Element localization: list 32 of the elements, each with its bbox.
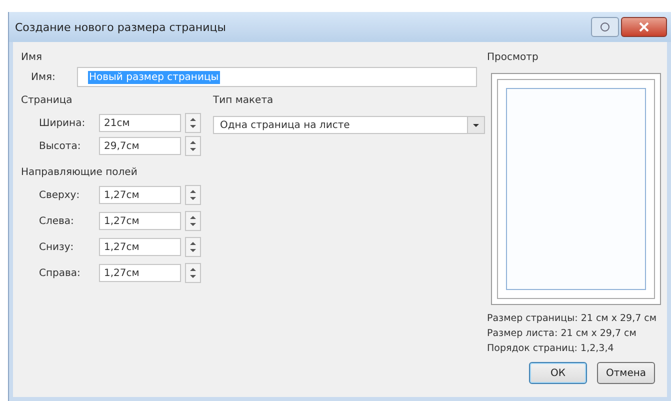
- group-heading: Направляющие полей: [21, 166, 138, 180]
- field-label: Имя:: [31, 72, 56, 82]
- spin-field[interactable]: 1,27см: [99, 212, 181, 230]
- cancel-button[interactable]: Отмена: [597, 362, 655, 384]
- spinner-arrows-icon[interactable]: [185, 136, 201, 156]
- spin-field[interactable]: 1,27см: [99, 186, 181, 204]
- spinner-arrows-icon[interactable]: [185, 113, 201, 133]
- window-title: Создание нового размера страницы: [15, 20, 227, 34]
- field-label: Снизу:: [39, 242, 75, 252]
- spin-field[interactable]: 21см: [99, 114, 181, 132]
- layout-dropdown[interactable]: Одна страница на листе: [213, 116, 485, 134]
- spinner-arrows-icon[interactable]: [185, 263, 201, 283]
- spin-field[interactable]: 1,27см: [99, 238, 181, 256]
- group-heading: Страница: [21, 94, 74, 108]
- field-label: Справа:: [39, 268, 82, 278]
- field-label: Слева:: [39, 216, 75, 226]
- spin-field[interactable]: 1,27см: [99, 264, 181, 282]
- group-heading: Тип макета: [213, 94, 274, 108]
- ok-button[interactable]: ОК: [529, 362, 587, 384]
- spin-field[interactable]: 29,7см: [99, 137, 181, 155]
- spinner-arrows-icon[interactable]: [185, 211, 201, 231]
- spinner-arrows-icon[interactable]: [185, 237, 201, 257]
- field-label: Сверху:: [39, 190, 81, 200]
- info-text: Размер страницы: 21 см x 29,7 см: [487, 313, 658, 324]
- spinner-arrows-icon[interactable]: [185, 185, 201, 205]
- info-text: Порядок страниц: 1,2,3,4: [487, 343, 615, 354]
- close-icon[interactable]: [621, 17, 667, 37]
- info-text: Размер листа: 21 см x 29,7 см: [487, 328, 638, 339]
- group-heading: Имя: [21, 51, 44, 65]
- field-label: Ширина:: [39, 118, 86, 128]
- field-label: Высота:: [39, 140, 82, 152]
- group-heading: Просмотр: [487, 51, 540, 65]
